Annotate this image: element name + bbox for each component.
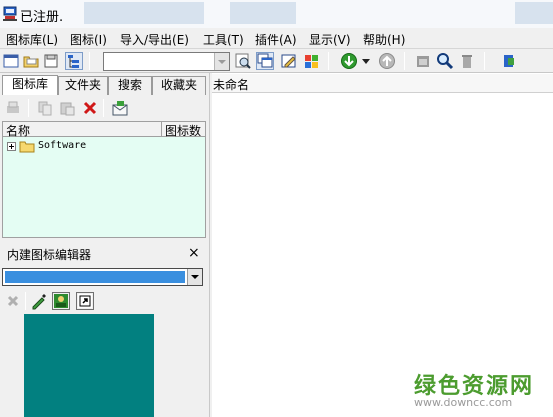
app-icon bbox=[3, 6, 17, 21]
delete-x-icon[interactable] bbox=[81, 99, 99, 117]
mail-icon[interactable] bbox=[111, 99, 129, 117]
menu-import-export[interactable]: 导入/导出(E) bbox=[120, 31, 189, 48]
film-icon[interactable] bbox=[414, 52, 432, 70]
editor-title-bar: 内建图标编辑器 × bbox=[2, 244, 207, 264]
column-untitled[interactable]: 未命名 bbox=[213, 76, 249, 93]
title-bar: 已注册. bbox=[0, 0, 553, 28]
background-window-ghost bbox=[515, 2, 553, 24]
download-icon[interactable] bbox=[340, 52, 358, 70]
tree-view-icon[interactable] bbox=[65, 52, 83, 70]
tab-search[interactable]: 搜索 bbox=[108, 76, 152, 95]
window-title: 已注册. bbox=[20, 10, 64, 25]
windows-cascade-icon[interactable] bbox=[256, 52, 274, 70]
tab-icon-library[interactable]: 图标库 bbox=[2, 75, 58, 95]
upload-icon[interactable] bbox=[378, 52, 396, 70]
clear-x-icon[interactable] bbox=[4, 292, 22, 310]
new-window-icon[interactable] bbox=[2, 52, 20, 70]
toolbar-separator bbox=[28, 99, 29, 117]
list-column-header: 未命名 bbox=[212, 74, 553, 93]
tab-folders[interactable]: 文件夹 bbox=[58, 76, 108, 95]
toolbar-separator bbox=[103, 99, 104, 117]
save-icon[interactable] bbox=[42, 52, 60, 70]
print-icon[interactable] bbox=[4, 99, 22, 117]
toolbar-separator bbox=[89, 52, 90, 70]
tab-favorites[interactable]: 收藏夹 bbox=[152, 76, 206, 95]
chevron-down-icon[interactable] bbox=[187, 269, 202, 285]
background-window-ghost bbox=[84, 2, 204, 24]
background-window-ghost bbox=[230, 2, 296, 24]
menu-view[interactable]: 显示(V) bbox=[309, 31, 351, 48]
search-zoom-icon[interactable] bbox=[234, 52, 252, 70]
magnifier-icon[interactable] bbox=[436, 52, 454, 70]
color-picker-icon[interactable] bbox=[30, 292, 48, 310]
copy-icon[interactable] bbox=[36, 99, 54, 117]
dropdown-arrow-icon[interactable] bbox=[361, 52, 379, 70]
color-swatch bbox=[5, 271, 185, 283]
toolbar-separator bbox=[484, 52, 485, 70]
watermark-url: www.downcc.com bbox=[414, 396, 513, 409]
library-tree: Software bbox=[2, 137, 206, 238]
toolbar-separator bbox=[328, 52, 329, 70]
toolbar-separator bbox=[404, 52, 405, 70]
color-select[interactable] bbox=[2, 268, 203, 286]
folder-icon bbox=[19, 141, 35, 153]
menu-icon-library[interactable]: 图标库(L) bbox=[6, 31, 58, 48]
exit-icon[interactable] bbox=[500, 52, 518, 70]
menu-help[interactable]: 帮助(H) bbox=[363, 31, 405, 48]
image-icon[interactable] bbox=[52, 292, 70, 310]
menu-plugins[interactable]: 插件(A) bbox=[255, 31, 297, 48]
editor-toolbar bbox=[2, 290, 207, 312]
close-icon[interactable]: × bbox=[188, 245, 200, 261]
expand-plus-icon[interactable] bbox=[7, 142, 16, 151]
toolbar-separator bbox=[25, 292, 26, 310]
paste-icon[interactable] bbox=[58, 99, 76, 117]
tree-item-label[interactable]: Software bbox=[38, 140, 86, 151]
chevron-down-icon[interactable] bbox=[214, 53, 229, 70]
windows-logo-icon[interactable] bbox=[302, 52, 320, 70]
trash-icon[interactable] bbox=[458, 52, 476, 70]
editor-title: 内建图标编辑器 bbox=[7, 248, 92, 262]
icon-canvas[interactable] bbox=[24, 314, 154, 417]
shortcut-arrow-icon[interactable] bbox=[76, 292, 94, 310]
menu-icon[interactable]: 图标(I) bbox=[70, 31, 107, 48]
open-folder-icon[interactable] bbox=[22, 52, 40, 70]
menu-bar: 图标库(L) 图标(I) 导入/导出(E) 工具(T) 插件(A) 显示(V) … bbox=[0, 28, 553, 49]
tree-column-header: 名称 图标数 bbox=[2, 121, 206, 138]
column-divider[interactable] bbox=[161, 121, 162, 137]
library-toolbar bbox=[2, 96, 207, 120]
edit-icon[interactable] bbox=[280, 52, 298, 70]
toolbar bbox=[0, 49, 553, 73]
menu-tools[interactable]: 工具(T) bbox=[203, 31, 244, 48]
filter-combobox[interactable] bbox=[103, 52, 230, 71]
icon-list-pane[interactable] bbox=[212, 73, 553, 417]
